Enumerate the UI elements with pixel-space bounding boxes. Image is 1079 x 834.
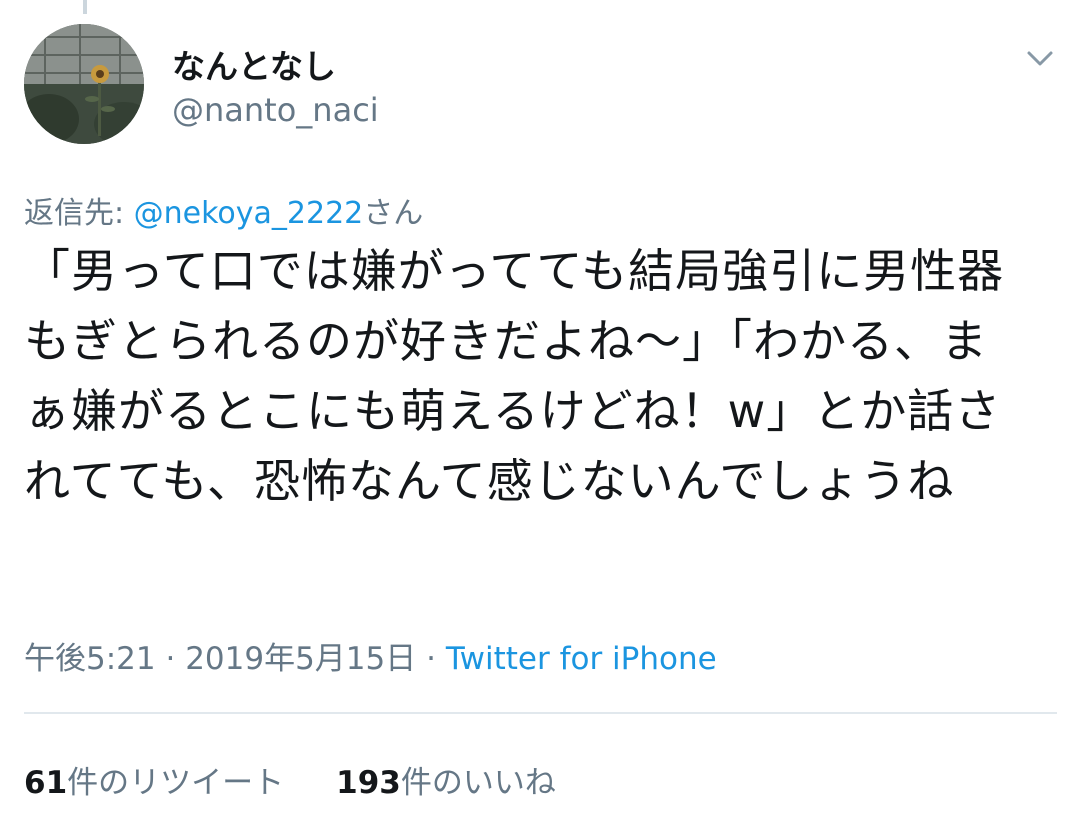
- likes-stat[interactable]: 193件のいいね: [336, 757, 556, 802]
- thread-connector-line: [83, 0, 87, 14]
- user-handle[interactable]: @nanto_naci: [172, 91, 379, 129]
- avatar[interactable]: [24, 24, 144, 144]
- retweets-stat[interactable]: 61件のリツイート: [24, 757, 284, 802]
- tweet-meta: 午後5:21 · 2019年5月15日 · Twitter for iPhone: [24, 633, 717, 678]
- retweets-label: 件のリツイート: [67, 765, 285, 801]
- tweet-source-link[interactable]: Twitter for iPhone: [446, 641, 717, 677]
- divider: [24, 712, 1057, 714]
- tweet-stats: 61件のリツイート 193件のいいね: [24, 757, 556, 802]
- chevron-down-icon[interactable]: [1022, 40, 1058, 76]
- reply-to-line: 返信先: @nekoya_2222さん: [24, 188, 423, 232]
- likes-count: 193: [336, 765, 401, 801]
- meta-separator: ·: [416, 641, 446, 677]
- retweets-count: 61: [24, 765, 68, 801]
- tweet-text: 「男って口では嫌がってても結局強引に男性器もぎとられるのが好きだよね〜」「わかる…: [24, 244, 1005, 508]
- reply-to-suffix: さん: [363, 196, 424, 231]
- display-name[interactable]: なんとなし: [172, 40, 336, 88]
- avatar-photo: [24, 24, 144, 144]
- tweet-time: 午後5:21: [24, 641, 156, 677]
- tweet-date[interactable]: 2019年5月15日: [185, 641, 416, 677]
- likes-label: 件のいいね: [400, 765, 556, 801]
- reply-to-prefix: 返信先:: [24, 196, 134, 231]
- meta-separator: ·: [155, 641, 186, 677]
- reply-mention-link[interactable]: @nekoya_2222: [134, 196, 364, 231]
